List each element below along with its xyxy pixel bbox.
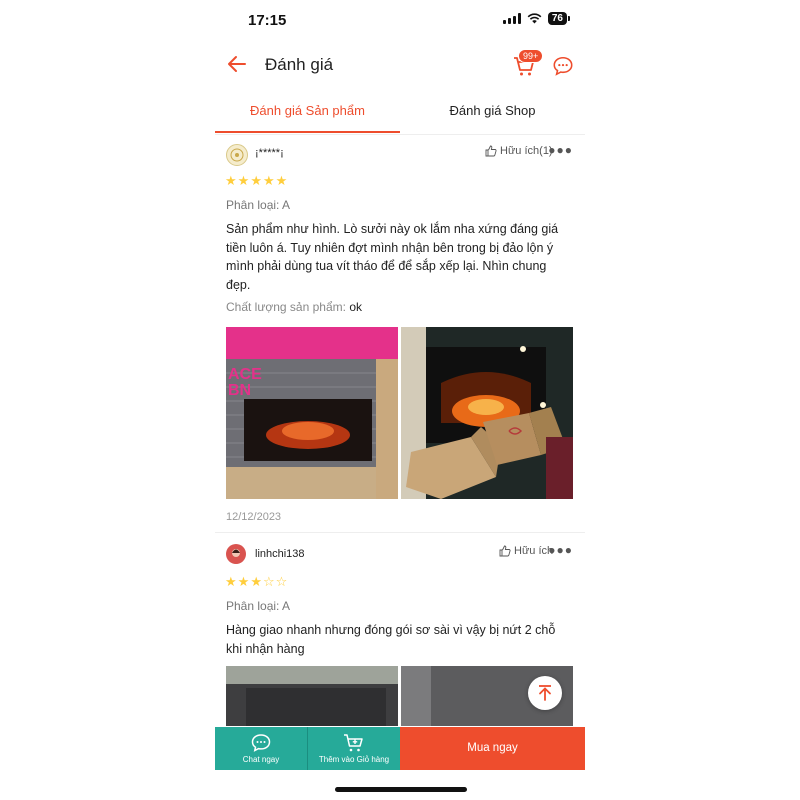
fireplace-lit-photo <box>401 327 573 499</box>
star-icon: ★ <box>225 574 237 589</box>
review-photo[interactable]: ACE BN <box>226 327 398 499</box>
wifi-icon <box>527 13 542 24</box>
star-icon: ★ <box>250 173 262 188</box>
divider <box>215 532 585 533</box>
home-indicator <box>335 787 467 792</box>
review-username[interactable]: ¡*****¡ <box>255 147 284 159</box>
star-icon: ★ <box>237 574 250 589</box>
star-icon: ★ <box>237 173 250 188</box>
add-to-cart-label: Thêm vào Giỏ hàng <box>318 755 390 764</box>
chat-now-button[interactable]: Chat ngay <box>215 727 308 770</box>
star-empty-icon: ☆ <box>262 574 275 589</box>
review-quality: Chất lượng sản phẩm: ok <box>226 300 362 314</box>
buy-now-button[interactable]: Mua ngay <box>400 727 585 770</box>
chat-now-label: Chat ngay <box>242 755 280 764</box>
scroll-top-icon <box>539 685 551 701</box>
avatar[interactable] <box>226 544 246 564</box>
more-icon[interactable]: ●●● <box>548 143 573 157</box>
avatar[interactable] <box>226 144 248 166</box>
star-icon: ★ <box>262 173 275 188</box>
thumbs-up-icon <box>485 145 497 157</box>
star-rating: ★ ★ ★ ☆ ☆ <box>225 575 287 588</box>
quality-value: ok <box>349 300 362 314</box>
star-icon: ★ <box>250 574 262 589</box>
fireplace-box-photo <box>226 327 398 499</box>
avatar-icon <box>230 148 244 162</box>
page-title: Đánh giá <box>265 55 334 74</box>
more-icon[interactable]: ●●● <box>548 543 573 557</box>
review-text: Hàng giao nhanh nhưng đóng gói sơ sài vì… <box>226 623 556 656</box>
helpful-button[interactable]: Hữu ích(1) <box>485 145 553 157</box>
helpful-label: Hữu ích(1) <box>500 145 553 157</box>
star-rating: ★ ★ ★ ★ ★ <box>225 174 287 187</box>
add-to-cart-button[interactable]: Thêm vào Giỏ hàng <box>308 727 400 770</box>
add-cart-icon <box>344 734 363 752</box>
tab-shop-reviews[interactable]: Đánh giá Shop <box>400 96 585 133</box>
review-tabs: Đánh giá Sản phẩm Đánh giá Shop <box>215 96 585 135</box>
review-variant: Phân loại: A <box>226 198 291 212</box>
chat-icon <box>251 734 271 752</box>
box-print-text: ACE BN <box>228 366 262 399</box>
thumbs-up-icon <box>499 545 511 557</box>
review-photo[interactable] <box>226 666 398 726</box>
review-username[interactable]: linhchi138 <box>255 548 305 560</box>
status-time: 17:15 <box>248 12 287 29</box>
helpful-button[interactable]: Hữu ích <box>499 545 553 557</box>
chat-icon[interactable] <box>552 55 574 77</box>
star-icon: ★ <box>225 173 237 188</box>
bottom-action-bar: Chat ngay Thêm vào Giỏ hàng Mua ngay <box>215 727 585 770</box>
top-header: Đánh giá 99+ <box>215 44 585 86</box>
scroll-top-button[interactable] <box>528 676 562 710</box>
review-variant: Phân loại: A <box>226 599 291 613</box>
back-arrow-icon[interactable] <box>225 52 249 76</box>
star-icon: ★ <box>275 173 288 188</box>
avatar-icon <box>232 549 240 557</box>
signal-icon <box>502 13 521 24</box>
quality-label: Chất lượng sản phẩm: <box>226 300 346 314</box>
status-bar: 17:15 76 <box>215 0 585 40</box>
review-date: 12/12/2023 <box>226 511 282 523</box>
phone-screen: 17:15 76 Đánh giá 99+ Đánh giá Sản phẩm … <box>215 0 585 800</box>
star-empty-icon: ☆ <box>275 574 288 589</box>
cart-badge: 99+ <box>518 49 544 63</box>
package-photo <box>226 666 398 726</box>
tab-product-reviews[interactable]: Đánh giá Sản phẩm <box>215 96 400 133</box>
battery-indicator: 76 <box>547 12 571 25</box>
review-text: Sản phẩm như hình. Lò sưởi này ok lắm nh… <box>226 222 559 292</box>
review-photo[interactable] <box>401 327 573 499</box>
status-icons: 76 <box>502 12 571 25</box>
